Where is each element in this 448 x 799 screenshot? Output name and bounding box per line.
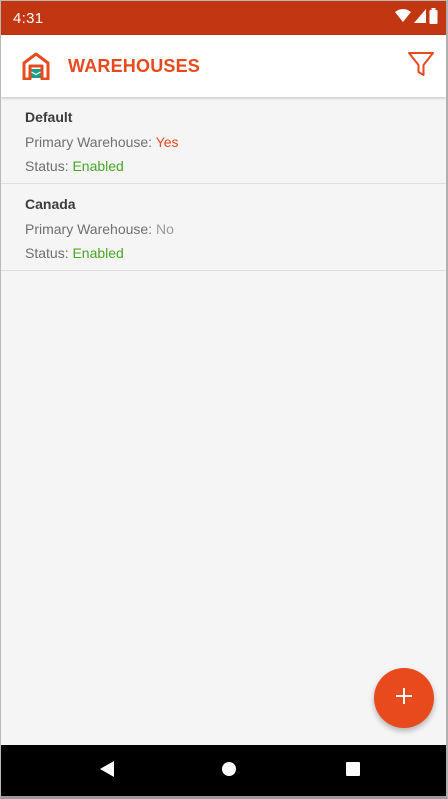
app-bar: WAREHOUSES <box>1 35 446 97</box>
primary-warehouse-line: Primary Warehouse: Yes <box>25 134 179 150</box>
status-line: Status: Enabled <box>25 245 124 261</box>
status-value: Enabled <box>72 245 124 261</box>
phone-screen: 4:31 WAREHOUSES Default Primary Warehous… <box>0 0 448 799</box>
home-button[interactable] <box>216 758 242 784</box>
status-time: 4:31 <box>13 10 44 27</box>
primary-warehouse-label: Primary Warehouse: <box>25 221 156 237</box>
warehouse-list: Default Primary Warehouse: Yes Status: E… <box>1 97 446 271</box>
recents-icon <box>345 761 361 782</box>
primary-warehouse-label: Primary Warehouse: <box>25 134 156 150</box>
filter-button[interactable] <box>404 49 438 83</box>
page-title: WAREHOUSES <box>68 56 201 76</box>
back-button[interactable] <box>94 758 120 784</box>
warehouse-name: Default <box>25 109 73 125</box>
primary-warehouse-value: Yes <box>155 134 179 150</box>
warehouse-logo-icon <box>21 52 51 85</box>
filter-icon <box>407 50 435 83</box>
warehouse-name: Canada <box>25 196 76 212</box>
status-line: Status: Enabled <box>25 158 124 174</box>
primary-warehouse-value: No <box>155 221 174 237</box>
home-icon <box>221 761 237 782</box>
plus-icon <box>395 687 413 710</box>
status-label: Status: <box>25 245 73 261</box>
status-icons <box>395 7 438 29</box>
status-value: Enabled <box>72 158 124 174</box>
primary-warehouse-line: Primary Warehouse: No <box>25 221 174 237</box>
navigation-bar <box>1 745 446 796</box>
status-label: Status: <box>25 158 73 174</box>
wifi-icon <box>395 8 411 28</box>
back-icon <box>99 760 115 783</box>
battery-icon <box>429 7 438 29</box>
warehouse-item-default[interactable]: Default Primary Warehouse: Yes Status: E… <box>1 97 446 184</box>
warehouse-item-canada[interactable]: Canada Primary Warehouse: No Status: Ena… <box>1 184 446 271</box>
signal-icon <box>414 8 426 28</box>
status-bar: 4:31 <box>1 1 446 35</box>
add-warehouse-button[interactable] <box>374 668 434 728</box>
recents-button[interactable] <box>340 758 366 784</box>
